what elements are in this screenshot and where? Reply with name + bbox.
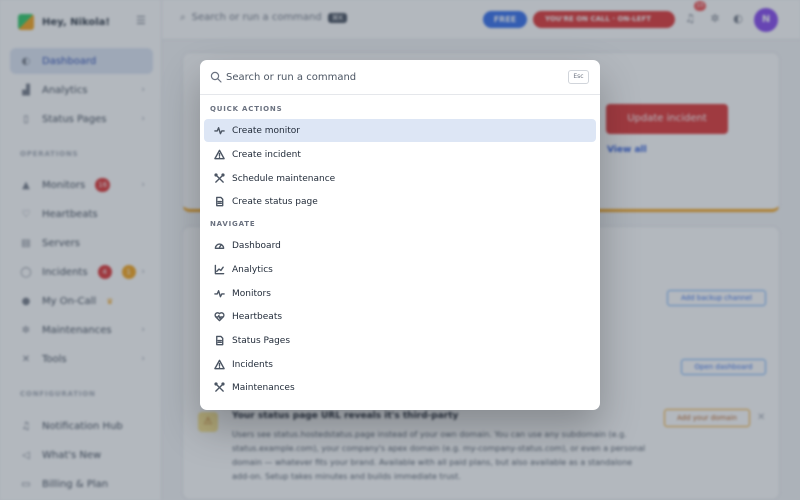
- tools-icon: [214, 382, 225, 393]
- command-create-status-page[interactable]: Create status page: [204, 190, 596, 213]
- group-label-quick-actions: QUICK ACTIONS: [210, 105, 283, 113]
- warning-icon: [214, 149, 225, 160]
- command-schedule-maintenance[interactable]: Schedule maintenance: [204, 167, 596, 190]
- command-create-monitor[interactable]: Create monitor: [204, 119, 596, 142]
- search-icon: [210, 71, 222, 83]
- command-nav-dashboard[interactable]: Dashboard: [204, 234, 596, 257]
- tools-icon: [214, 173, 225, 184]
- command-palette: Esc QUICK ACTIONS Create monitor Create …: [200, 60, 600, 410]
- command-search-input[interactable]: [226, 68, 556, 86]
- warning-icon: [214, 359, 225, 370]
- document-icon: [214, 335, 225, 346]
- heart-pulse-icon: [214, 311, 225, 322]
- group-label-navigate: NAVIGATE: [210, 220, 256, 228]
- command-nav-maintenances[interactable]: Maintenances: [204, 376, 596, 399]
- command-nav-incidents[interactable]: Incidents: [204, 353, 596, 376]
- activity-icon: [214, 125, 225, 136]
- chart-icon: [214, 264, 225, 275]
- palette-header: Esc: [200, 60, 600, 95]
- gauge-icon: [214, 240, 225, 251]
- command-nav-heartbeats[interactable]: Heartbeats: [204, 305, 596, 328]
- command-nav-status-pages[interactable]: Status Pages: [204, 329, 596, 352]
- command-nav-analytics[interactable]: Analytics: [204, 258, 596, 281]
- escape-key-hint[interactable]: Esc: [568, 70, 589, 84]
- activity-icon: [214, 288, 225, 299]
- command-nav-monitors[interactable]: Monitors: [204, 282, 596, 305]
- document-icon: [214, 196, 225, 207]
- command-create-incident[interactable]: Create incident: [204, 143, 596, 166]
